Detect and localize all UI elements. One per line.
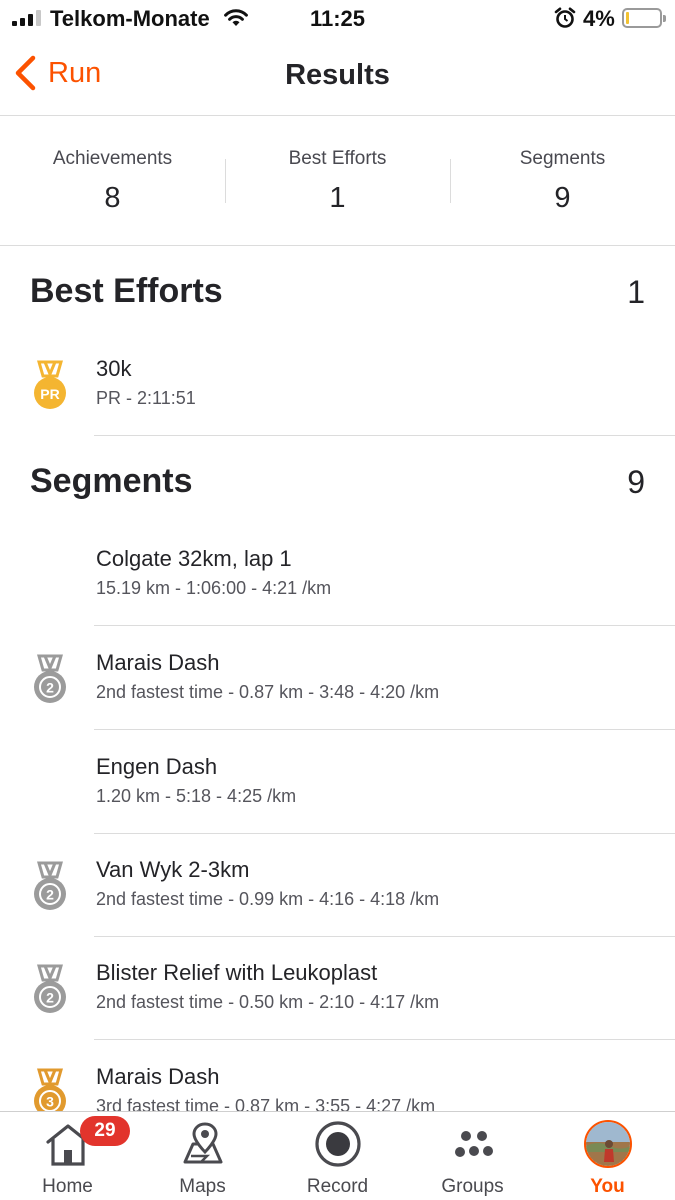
silver-medal-2-icon: 2 [34,964,66,1013]
segment-detail: 2nd fastest time - 0.50 km - 2:10 - 4:17… [96,992,440,1012]
tab-label: Groups [441,1176,504,1197]
avatar [583,1120,632,1168]
stat-label: Best Efforts [288,148,387,169]
summary-achievements[interactable]: Achievements 8 [0,116,225,245]
segment-row[interactable]: 2 Van Wyk 2-3km 2nd fastest time - 0.99 … [0,833,675,937]
segment-detail: 15.19 km - 1:06:00 - 4:21 /km [96,578,332,598]
best-efforts-header: Best Efforts 1 [0,246,675,336]
segment-row[interactable]: Engen Dash 1.20 km - 5:18 - 4:25 /km [0,730,675,834]
segment-detail: 2nd fastest time - 0.87 km - 3:48 - 4:20… [96,682,440,702]
svg-text:2: 2 [46,990,54,1006]
tab-you[interactable]: You [540,1112,675,1200]
summary-segments[interactable]: Segments 9 [450,116,675,245]
summary-best-efforts[interactable]: Best Efforts 1 [225,116,450,245]
tab-maps[interactable]: Maps [135,1112,270,1200]
battery-percent: 4% [583,6,615,31]
section-title: Best Efforts [30,272,223,310]
segment-name: Engen Dash [96,754,218,779]
tab-label: Home [42,1176,93,1197]
segment-row[interactable]: Colgate 32km, lap 1 15.19 km - 1:06:00 -… [0,522,675,626]
groups-icon [454,1131,493,1157]
segment-row[interactable]: 2 Marais Dash 2nd fastest time - 0.87 km… [0,626,675,730]
segments-header: Segments 9 [0,436,675,526]
segment-name: Blister Relief with Leukoplast [96,960,378,985]
record-icon [314,1121,361,1167]
stat-label: Achievements [52,148,173,169]
tab-label: You [590,1176,625,1197]
stat-value: 8 [104,182,121,214]
tab-bar: 29 Home Maps Record Groups You [0,1111,675,1200]
page-title: Results [285,59,390,91]
segment-detail: 1.20 km - 5:18 - 4:25 /km [96,786,297,806]
svg-text:2: 2 [46,887,54,903]
svg-text:3: 3 [46,1094,54,1110]
silver-medal-2-icon: 2 [34,654,66,703]
pr-medal-icon: PR [34,360,66,409]
status-bar: Telkom-Monate 11:25 4% [0,0,675,40]
alarm-icon [554,7,576,28]
tab-home[interactable]: 29 Home [0,1112,135,1200]
segment-detail: 2nd fastest time - 0.99 km - 4:16 - 4:18… [96,889,440,909]
stat-value: 9 [554,182,571,214]
section-count: 1 [627,274,645,310]
stat-value: 1 [329,182,346,214]
maps-icon [183,1122,222,1164]
tab-record[interactable]: Record [270,1112,405,1200]
segment-name: Colgate 32km, lap 1 [96,546,292,571]
segment-name: Van Wyk 2-3km [96,857,250,882]
nav-bar: Run Results [0,40,675,116]
segment-name: Marais Dash [96,650,220,675]
stat-label: Segments [519,148,606,169]
segment-name: Marais Dash [96,1064,220,1089]
segment-row[interactable]: 2 Blister Relief with Leukoplast 2nd fas… [0,936,675,1040]
results-summary: Achievements 8 Best Efforts 1 Segments 9 [0,116,675,246]
section-count: 9 [627,464,645,500]
battery-icon [622,8,666,28]
svg-text:PR: PR [40,386,59,402]
effort-name: 30k [96,356,132,381]
tab-label: Maps [179,1176,226,1197]
tab-groups[interactable]: Groups [405,1112,540,1200]
section-title: Segments [30,462,193,500]
effort-detail: PR - 2:11:51 [96,388,196,408]
notification-badge: 29 [80,1116,130,1146]
svg-text:2: 2 [46,680,54,696]
tab-label: Record [306,1176,369,1197]
silver-medal-2-icon: 2 [34,861,66,910]
best-effort-row[interactable]: PR 30k PR - 2:11:51 [0,332,675,436]
